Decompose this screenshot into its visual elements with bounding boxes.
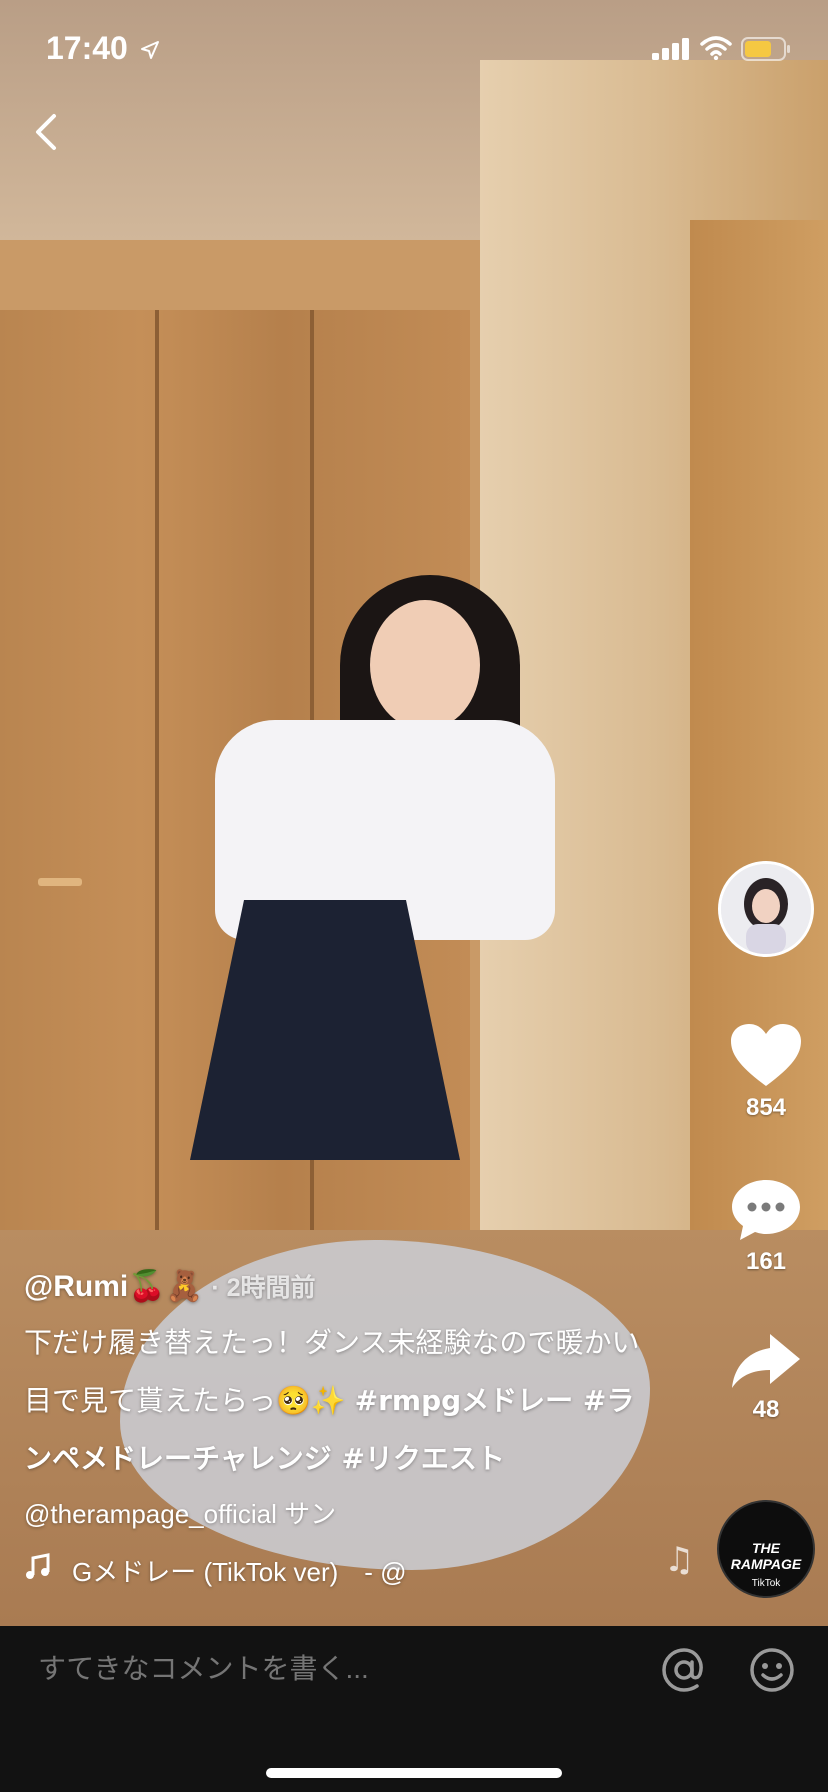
comment-input[interactable] — [36, 1652, 401, 1686]
mention-at-icon[interactable] — [660, 1646, 708, 1694]
music-title: Gメドレー (TikTok ver) - @ — [72, 1557, 407, 1587]
video-bg-closet-handle — [38, 878, 82, 886]
location-arrow-icon — [141, 41, 159, 59]
home-indicator[interactable] — [266, 1768, 562, 1778]
avatar-image — [721, 864, 811, 954]
sound-disc[interactable]: THE RAMPAGE TikTok — [717, 1500, 815, 1598]
floating-music-note-icon: ♫ — [664, 1540, 695, 1580]
battery-icon — [741, 37, 790, 61]
author-row: @Rumi🍒🧸 · 2時間前 — [24, 1264, 644, 1310]
chevron-left-icon — [36, 114, 56, 150]
share-arrow-icon — [732, 1334, 800, 1388]
share-button[interactable]: 48 — [716, 1330, 816, 1424]
status-time: 17:40 — [46, 30, 128, 66]
comment-bubble-icon — [732, 1180, 800, 1240]
sound-disc-label: THE RAMPAGE — [730, 1540, 802, 1572]
heart-icon — [731, 1024, 801, 1086]
music-note-icon — [24, 1552, 60, 1592]
back-button[interactable] — [28, 110, 68, 154]
caption-text: 下だけ履き替えたっ！ダンス未経験なので暖かい目で見て貰えたらっ🥺✨ #rmpgメ… — [24, 1314, 644, 1488]
post-time: · 2時間前 — [211, 1274, 316, 1302]
emoji-icon[interactable] — [748, 1646, 796, 1694]
status-bar: 17:40 — [0, 0, 828, 100]
wifi-icon — [700, 36, 732, 60]
like-button[interactable]: 854 — [716, 1022, 816, 1122]
comment-count: 161 — [745, 1248, 787, 1275]
signal-icon — [652, 38, 689, 60]
video-caption: @Rumi🍒🧸 · 2時間前 下だけ履き替えたっ！ダンス未経験なので暖かい目で見… — [24, 1264, 644, 1592]
comment-button[interactable]: 161 — [716, 1176, 816, 1276]
video-person-face — [370, 600, 480, 730]
author-name[interactable]: @Rumi🍒🧸 — [24, 1270, 203, 1303]
video-bg-closet-seam — [155, 310, 159, 1240]
music-row[interactable]: Gメドレー (TikTok ver) - @ — [24, 1552, 644, 1592]
share-count: 48 — [752, 1396, 780, 1423]
like-count: 854 — [745, 1094, 787, 1121]
tiktok-video-screen: 17:40 854 161 48 @Rumi🍒🧸 · 2時間前 下だけ履き替えた… — [0, 0, 828, 1792]
mention-link[interactable]: @therampage_official サン — [24, 1494, 644, 1534]
creator-avatar[interactable] — [718, 861, 814, 957]
